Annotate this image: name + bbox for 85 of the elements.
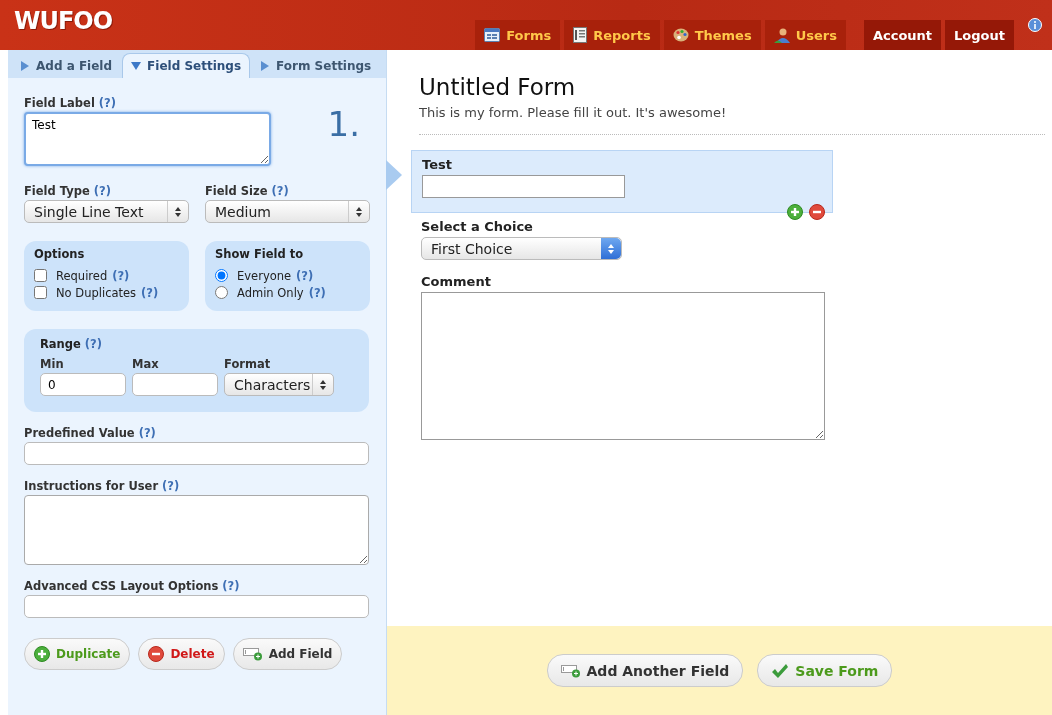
field-label: Predefined Value xyxy=(24,426,135,440)
plus-icon xyxy=(34,646,50,662)
help-link[interactable]: (?) xyxy=(296,268,314,283)
stepper-icon xyxy=(607,242,615,255)
stepper-icon xyxy=(355,205,363,218)
help-link[interactable]: (?) xyxy=(162,479,180,493)
triangle-right-icon xyxy=(260,61,271,71)
add-field-button[interactable]: Add Another Field xyxy=(546,654,744,687)
palette-icon xyxy=(672,28,689,42)
nav-tab[interactable]: Logout xyxy=(945,20,1014,50)
field-label: Field Type xyxy=(24,184,90,198)
help-link[interactable]: (?) xyxy=(84,337,103,351)
help-link[interactable]: (?) xyxy=(112,268,130,283)
select-field[interactable]: First Choice xyxy=(421,237,622,260)
text-field[interactable] xyxy=(24,595,369,618)
field-label: Advanced CSS Layout Options xyxy=(24,579,219,593)
label-field[interactable]: Test xyxy=(24,112,271,166)
stepper-icon xyxy=(174,205,182,218)
minus-icon xyxy=(809,204,825,220)
info-icon xyxy=(1028,18,1042,32)
field-label: Max xyxy=(132,357,160,371)
nav-tab[interactable]: Account xyxy=(863,20,942,50)
option-label: No Duplicates xyxy=(56,285,137,300)
stepper-icon xyxy=(319,378,327,391)
help-link[interactable]: (?) xyxy=(98,96,117,110)
checkbox[interactable] xyxy=(34,286,47,299)
add-button[interactable]: Add Field xyxy=(232,638,343,670)
field-label: Select a Choice xyxy=(421,219,534,234)
radio-button[interactable] xyxy=(215,286,228,299)
field-label: Instructions for User xyxy=(24,479,159,493)
select-field[interactable]: Characters xyxy=(224,373,334,396)
help-link[interactable]: (?) xyxy=(141,285,159,300)
select-field[interactable]: Single Line Text xyxy=(24,200,189,223)
help-link[interactable]: (?) xyxy=(308,285,326,300)
instructions-field[interactable] xyxy=(24,495,369,565)
tab[interactable]: Form Settings xyxy=(252,54,380,78)
text-field[interactable]: 0 xyxy=(40,373,126,396)
document-icon xyxy=(573,27,588,43)
help-link[interactable]: (?) xyxy=(222,579,240,593)
text-field[interactable] xyxy=(132,373,218,396)
group-title: Options xyxy=(34,247,86,261)
add-field-icon xyxy=(560,663,581,678)
field-label: Field Size xyxy=(205,184,268,198)
minus-icon xyxy=(148,646,165,662)
duplicate-button[interactable]: Duplicate xyxy=(24,638,131,670)
nav-tab[interactable]: Forms xyxy=(475,20,561,50)
nav-tab[interactable]: Themes xyxy=(663,20,761,50)
selected-field[interactable]: Test xyxy=(411,150,833,213)
tab[interactable]: Field Settings xyxy=(122,53,251,78)
option-label: Admin Only xyxy=(237,285,304,300)
help-link[interactable]: (?) xyxy=(271,184,289,198)
text-field[interactable] xyxy=(422,175,625,198)
person-icon xyxy=(773,27,790,43)
help-link[interactable]: (?) xyxy=(93,184,111,198)
add-field-icon xyxy=(242,647,263,661)
tab[interactable]: Add a Field xyxy=(12,54,121,78)
triangle-right-icon xyxy=(20,61,30,71)
nav-tab[interactable]: Users xyxy=(764,20,846,50)
field-label: Format xyxy=(224,357,272,371)
form-description: This is my form. Please fill it out. It's awesome! xyxy=(419,105,728,120)
field-label: Comment xyxy=(421,274,492,289)
window-icon xyxy=(484,28,501,42)
plus-icon xyxy=(787,204,803,220)
option-label: Everyone xyxy=(237,268,292,283)
triangle-down-icon xyxy=(131,61,142,71)
field-label: Test xyxy=(422,157,453,172)
select-field[interactable]: Medium xyxy=(205,200,370,223)
text-field[interactable] xyxy=(24,442,369,465)
checkbox[interactable] xyxy=(34,269,47,282)
group-title: Range xyxy=(40,337,81,351)
help-link[interactable]: (?) xyxy=(138,426,156,440)
field-number: 1. xyxy=(327,104,360,146)
group-title: Show Field to xyxy=(215,247,305,261)
logo[interactable]: WUFOO xyxy=(14,7,113,35)
nav-tab[interactable]: Reports xyxy=(564,20,660,50)
save-button[interactable]: Save Form xyxy=(757,654,893,687)
delete-button[interactable]: Delete xyxy=(138,638,225,670)
check-icon xyxy=(771,662,790,679)
field-label: Field Label xyxy=(24,96,95,110)
pointer-icon xyxy=(386,160,402,190)
radio-button[interactable] xyxy=(215,269,228,282)
form-title: Untitled Form xyxy=(419,74,577,100)
option-label: Required xyxy=(56,268,108,283)
field-label: Min xyxy=(40,357,65,371)
comment-field[interactable] xyxy=(421,292,825,440)
